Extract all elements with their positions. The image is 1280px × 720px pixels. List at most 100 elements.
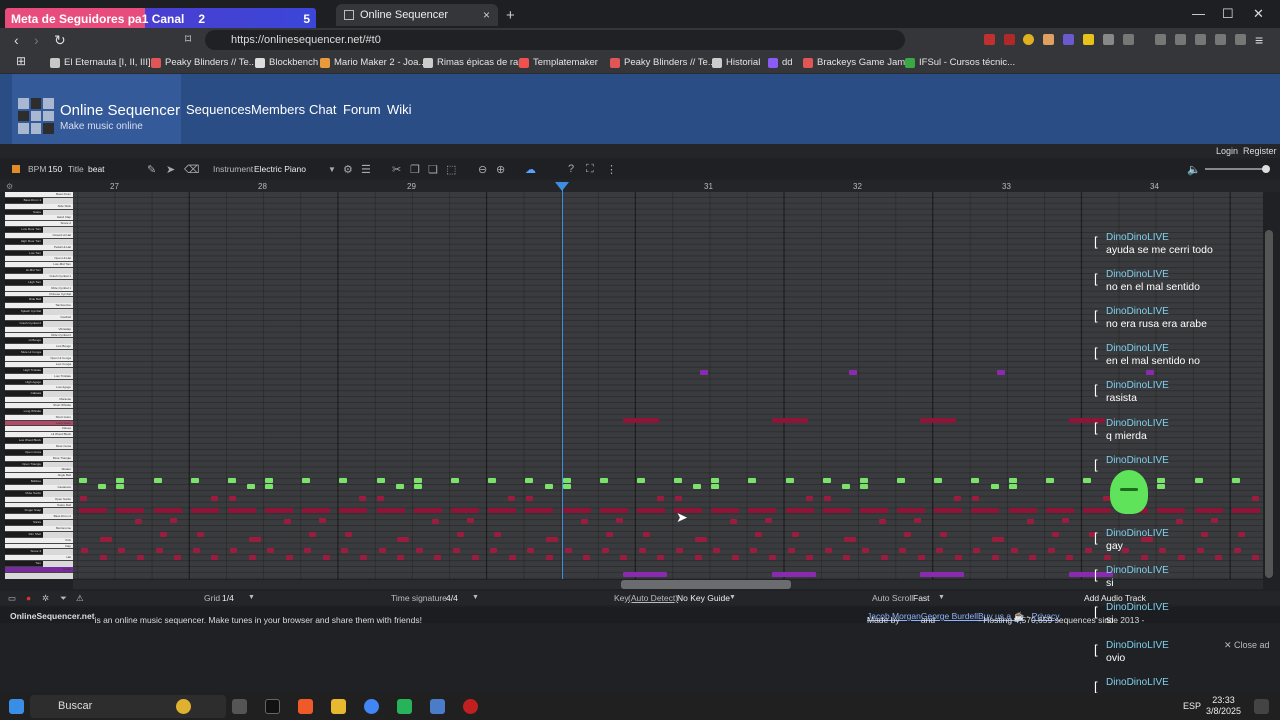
- note-block[interactable]: [1008, 508, 1037, 513]
- note-block[interactable]: [1008, 484, 1017, 489]
- note-block[interactable]: [1215, 555, 1223, 560]
- volume-slider-thumb[interactable]: [1262, 165, 1270, 173]
- note-block[interactable]: [822, 478, 831, 483]
- bookmark-item[interactable]: IFSul - Cursos técnic...: [905, 57, 1015, 68]
- note-block[interactable]: [754, 532, 762, 537]
- note-block[interactable]: [308, 532, 316, 537]
- chrome-icon[interactable]: [364, 699, 379, 714]
- note-block[interactable]: [1157, 508, 1186, 513]
- note-block[interactable]: [748, 508, 777, 513]
- paste-icon[interactable]: ❏: [428, 163, 438, 176]
- record-icon[interactable]: ●: [26, 593, 31, 603]
- note-block[interactable]: [791, 532, 799, 537]
- note-block[interactable]: [267, 548, 275, 553]
- note-block[interactable]: [711, 478, 720, 483]
- note-block[interactable]: [116, 508, 145, 513]
- note-block[interactable]: [413, 484, 422, 489]
- note-block[interactable]: [1251, 496, 1259, 501]
- note-block[interactable]: [562, 478, 571, 483]
- note-block[interactable]: [642, 532, 650, 537]
- taskbar-search[interactable]: Buscar: [30, 695, 226, 718]
- note-block[interactable]: [636, 478, 645, 483]
- note-block[interactable]: [990, 484, 999, 489]
- note-block[interactable]: [434, 555, 442, 560]
- note-block[interactable]: [376, 508, 405, 513]
- note-block[interactable]: [954, 555, 962, 560]
- note-block[interactable]: [265, 478, 274, 483]
- note-block[interactable]: [1062, 518, 1070, 523]
- note-block[interactable]: [451, 508, 479, 513]
- note-block[interactable]: [897, 508, 926, 513]
- screenshot-icon[interactable]: [1123, 34, 1134, 45]
- bookmark-item[interactable]: Templatemaker: [519, 57, 598, 68]
- note-block[interactable]: [620, 555, 628, 560]
- note-block[interactable]: [1210, 518, 1218, 523]
- note-block[interactable]: [674, 496, 682, 501]
- help-icon[interactable]: ?: [568, 163, 574, 175]
- note-block[interactable]: [848, 370, 857, 375]
- leo-icon[interactable]: [1215, 34, 1226, 45]
- note-block[interactable]: [1068, 418, 1105, 423]
- copy-icon[interactable]: ❐: [410, 163, 420, 176]
- cloud-save-icon[interactable]: ☁: [525, 163, 536, 176]
- language-indicator[interactable]: ESP: [1183, 701, 1201, 711]
- key-auto-detect-link[interactable]: (Auto Detect): [628, 593, 678, 603]
- nav-members[interactable]: Members: [251, 102, 305, 117]
- note-block[interactable]: [656, 496, 664, 501]
- forward-icon[interactable]: ›: [34, 32, 39, 48]
- calculator-icon[interactable]: [430, 699, 445, 714]
- note-block[interactable]: [713, 548, 721, 553]
- note-block[interactable]: [562, 508, 591, 513]
- note-block[interactable]: [823, 496, 831, 501]
- note-block[interactable]: [920, 572, 965, 577]
- note-block[interactable]: [395, 484, 404, 489]
- bookmark-item[interactable]: Peaky Blinders // Te...: [151, 57, 257, 68]
- note-block[interactable]: [920, 418, 957, 423]
- note-block[interactable]: [674, 478, 682, 483]
- note-block[interactable]: [1045, 478, 1054, 483]
- back-icon[interactable]: ‹: [14, 32, 19, 48]
- register-link[interactable]: Register: [1243, 146, 1277, 156]
- bookmark-item[interactable]: dd: [768, 57, 793, 68]
- settings-icon[interactable]: ⚙: [343, 163, 353, 176]
- note-block[interactable]: [750, 548, 758, 553]
- notifications-icon[interactable]: [1254, 699, 1269, 714]
- note-block[interactable]: [992, 537, 1005, 542]
- close-window-button[interactable]: ✕: [1253, 6, 1264, 22]
- note-block[interactable]: [79, 508, 108, 513]
- volume-icon[interactable]: 🔈: [1187, 163, 1201, 176]
- note-block[interactable]: [1029, 555, 1037, 560]
- note-block[interactable]: [841, 484, 850, 489]
- note-block[interactable]: [934, 508, 963, 513]
- note-block[interactable]: [972, 496, 980, 501]
- note-block[interactable]: [1082, 508, 1111, 513]
- note-block[interactable]: [1157, 484, 1166, 489]
- sliders-icon[interactable]: ☰: [361, 163, 371, 176]
- wallet-icon[interactable]: [1195, 34, 1206, 45]
- note-block[interactable]: [822, 508, 851, 513]
- piano-key[interactable]: Crash: [5, 567, 73, 573]
- note-block[interactable]: [806, 555, 814, 560]
- note-block[interactable]: [859, 478, 868, 483]
- note-block[interactable]: [601, 548, 609, 553]
- note-block[interactable]: [544, 484, 553, 489]
- pointer-icon[interactable]: ➤: [166, 163, 175, 176]
- note-block[interactable]: [897, 478, 906, 483]
- zoom-out-icon[interactable]: ⊖: [478, 163, 487, 176]
- zoom-in-icon[interactable]: ⊕: [496, 163, 505, 176]
- cut-icon[interactable]: ✂: [392, 163, 401, 176]
- note-block[interactable]: [453, 548, 460, 553]
- note-block[interactable]: [771, 572, 816, 577]
- note-block[interactable]: [599, 478, 608, 483]
- note-block[interactable]: [859, 484, 868, 489]
- midi-icon[interactable]: ✲: [42, 593, 49, 604]
- note-block[interactable]: [318, 518, 326, 523]
- note-block[interactable]: [1231, 508, 1260, 513]
- note-block[interactable]: [135, 519, 142, 524]
- note-block[interactable]: [711, 508, 740, 513]
- note-block[interactable]: [824, 548, 832, 553]
- note-block[interactable]: [787, 548, 795, 553]
- select-icon[interactable]: ⬚: [446, 163, 456, 176]
- note-block[interactable]: [341, 548, 349, 553]
- note-block[interactable]: [1233, 548, 1241, 553]
